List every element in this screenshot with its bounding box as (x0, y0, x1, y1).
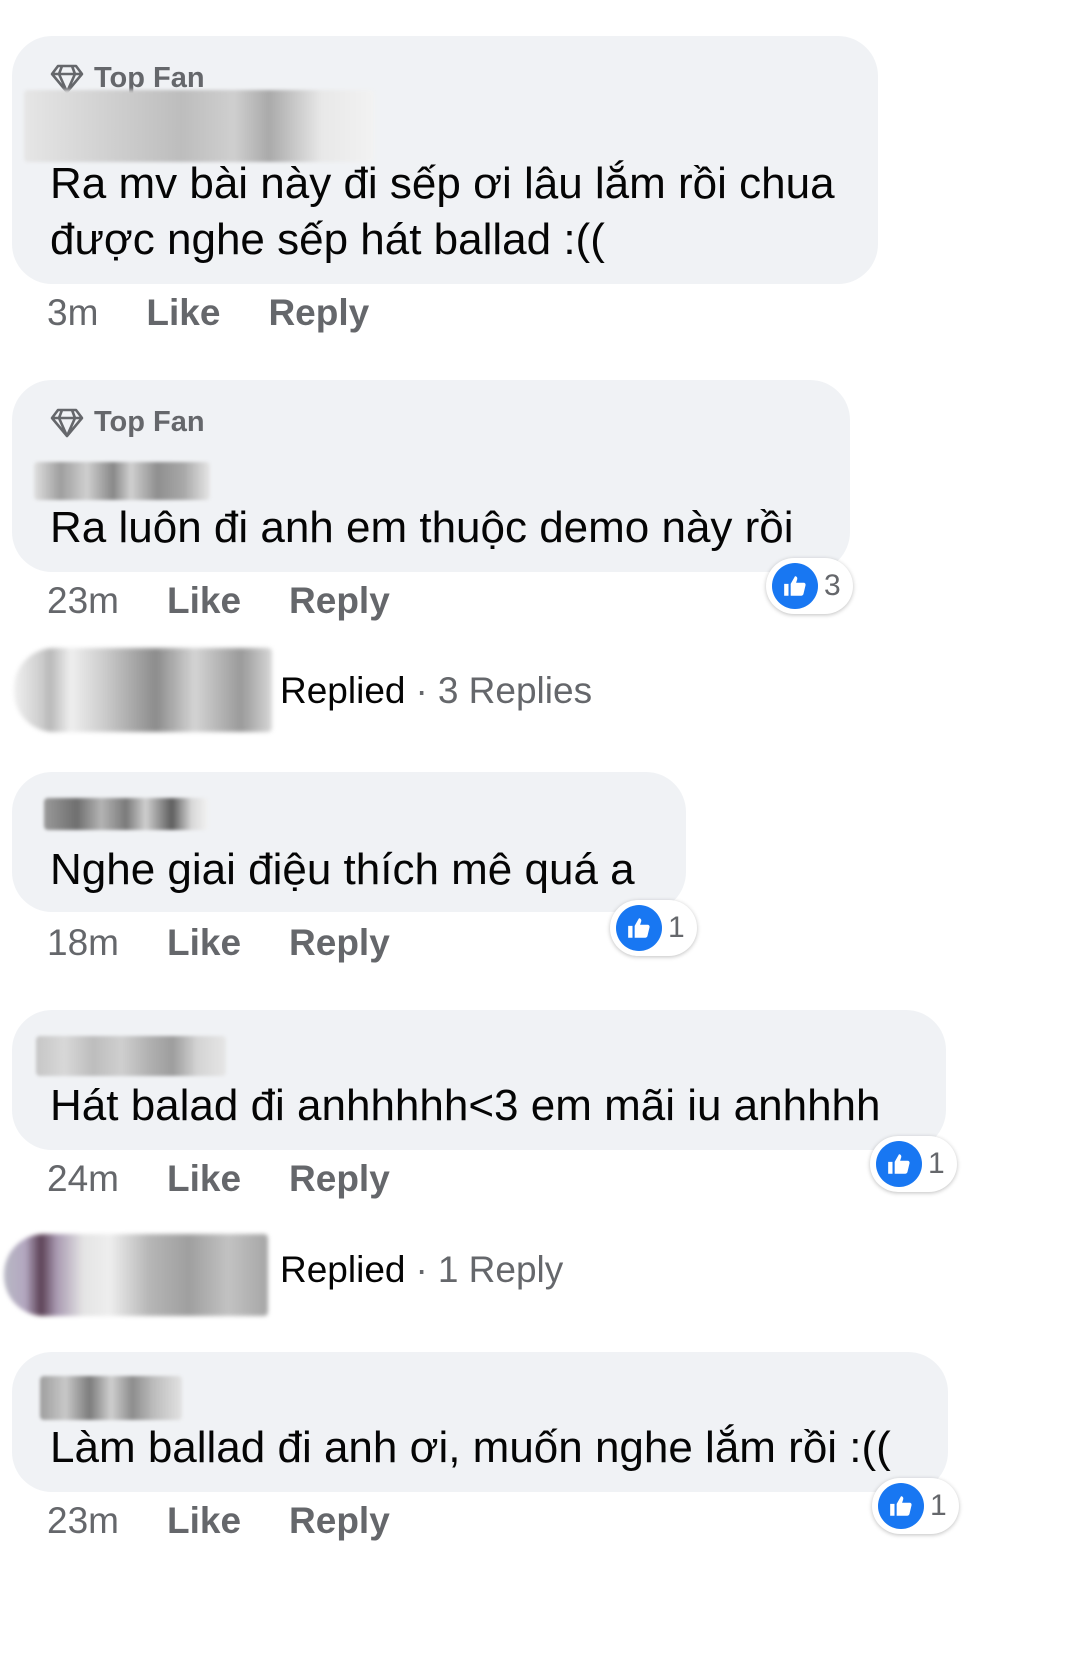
replied-label: Replied (280, 1249, 406, 1290)
comment-bubble: Top Fan Ra mv bài này đi sếp ơi lâu lắm … (12, 36, 878, 284)
replies-summary[interactable]: Replied · 1 Reply (280, 1249, 563, 1291)
commenter-name-redacted (24, 90, 374, 162)
comment-text-line: Làm ballad đi anh ơi, muốn nghe lắm rồi … (50, 1423, 891, 1472)
like-button[interactable]: Like (167, 1158, 241, 1200)
comment-actions: 23m Like Reply (47, 580, 390, 622)
like-button[interactable]: Like (146, 292, 220, 334)
comment-actions: 18m Like Reply (47, 922, 390, 964)
view-replies-link[interactable]: 3 Replies (438, 670, 592, 712)
top-fan-badge: Top Fan (50, 406, 205, 439)
reply-button[interactable]: Reply (289, 1500, 390, 1542)
separator: · (415, 1249, 428, 1290)
comment-text-line: được nghe sếp hát ballad :(( (50, 215, 605, 264)
comment-bubble: Nghe giai điệu thích mê quá a (12, 772, 686, 912)
comment-text-line: Hát balad đi anhhhhh<3 em mãi iu anhhhh (50, 1081, 881, 1130)
reaction-count[interactable]: 3 (766, 558, 853, 614)
thumbs-up-icon (876, 1141, 922, 1187)
replies-summary[interactable]: Replied · 3 Replies (280, 670, 592, 712)
comment-timestamp: 24m (47, 1158, 119, 1199)
comment-bubble: Top Fan Ra luôn đi anh em thuộc demo này… (12, 380, 850, 572)
reply-button[interactable]: Reply (268, 292, 369, 334)
comment-timestamp: 23m (47, 580, 119, 621)
reply-button[interactable]: Reply (289, 1158, 390, 1200)
reaction-count[interactable]: 1 (870, 1136, 957, 1192)
reply-avatars-redacted (14, 648, 272, 732)
like-button[interactable]: Like (167, 922, 241, 964)
comment-actions: 3m Like Reply (47, 292, 369, 334)
thumbs-up-icon (878, 1483, 924, 1529)
reaction-number: 3 (824, 569, 841, 602)
comment-timestamp: 23m (47, 1500, 119, 1541)
comment-actions: 23m Like Reply (47, 1500, 390, 1542)
view-replies-link[interactable]: 1 Reply (438, 1249, 563, 1291)
comment-timestamp: 18m (47, 922, 119, 963)
commenter-name-redacted (36, 1036, 226, 1076)
comment-text-line: Nghe giai điệu thích mê quá a (50, 845, 635, 894)
reaction-number: 1 (668, 911, 685, 944)
thumbs-up-icon (772, 563, 818, 609)
reply-avatars-redacted (4, 1234, 268, 1316)
reaction-number: 1 (928, 1147, 945, 1180)
reply-button[interactable]: Reply (289, 922, 390, 964)
diamond-icon (50, 408, 84, 438)
comment-text-line: Ra mv bài này đi sếp ơi lâu lắm rồi chua (50, 159, 835, 208)
reply-button[interactable]: Reply (289, 580, 390, 622)
comment-timestamp: 3m (47, 292, 99, 333)
commenter-name-redacted (34, 462, 210, 500)
comment-bubble: Làm ballad đi anh ơi, muốn nghe lắm rồi … (12, 1352, 948, 1492)
like-button[interactable]: Like (167, 1500, 241, 1542)
comment-actions: 24m Like Reply (47, 1158, 390, 1200)
reaction-number: 1 (930, 1489, 947, 1522)
top-fan-label: Top Fan (94, 406, 205, 438)
reaction-count[interactable]: 1 (610, 900, 697, 956)
comment-bubble: Hát balad đi anhhhhh<3 em mãi iu anhhhh (12, 1010, 946, 1150)
commenter-name-redacted (44, 798, 208, 830)
replied-label: Replied (280, 670, 406, 711)
diamond-icon (50, 64, 84, 94)
reaction-count[interactable]: 1 (872, 1478, 959, 1534)
thumbs-up-icon (616, 905, 662, 951)
comment-text-line: Ra luôn đi anh em thuộc demo này rồi (50, 503, 794, 552)
commenter-name-redacted (40, 1376, 182, 1420)
separator: · (415, 670, 428, 711)
like-button[interactable]: Like (167, 580, 241, 622)
